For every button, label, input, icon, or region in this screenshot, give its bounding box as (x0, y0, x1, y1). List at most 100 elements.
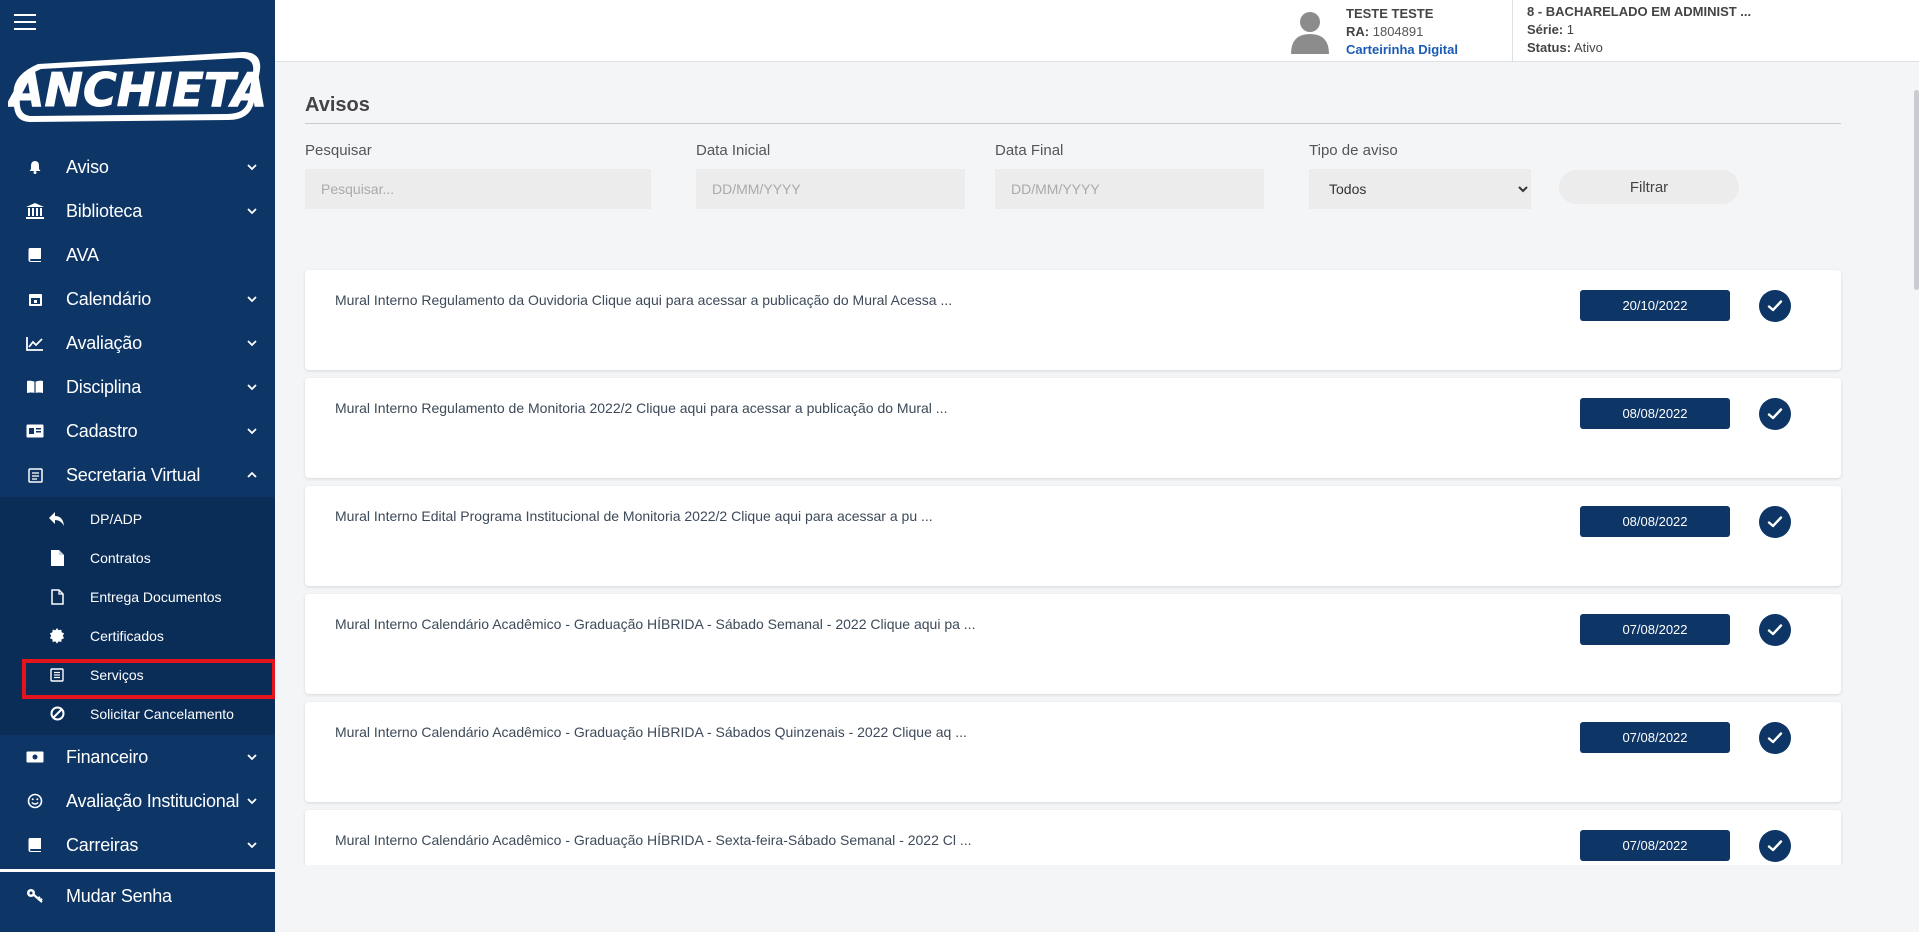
money-icon (24, 746, 46, 768)
main-content: Avisos Pesquisar Data Inicial Data Final… (305, 62, 1841, 865)
submenu-item-dp-adp[interactable]: DP/ADP (0, 499, 275, 538)
start-date-label: Data Inicial (696, 142, 771, 159)
sidebar-item-aviso[interactable]: Aviso (0, 145, 275, 189)
notice-card[interactable]: Mural Interno Edital Programa Institucio… (305, 486, 1841, 586)
sidebar-item-financeiro[interactable]: Financeiro (0, 735, 275, 779)
notice-card[interactable]: Mural Interno Calendário Acadêmico - Gra… (305, 702, 1841, 802)
chevron-down-icon (247, 798, 257, 805)
notice-date: 20/10/2022 (1580, 290, 1730, 321)
submenu-item-label: Serviços (90, 666, 144, 683)
notice-title: Mural Interno Calendário Acadêmico - Gra… (335, 616, 976, 632)
notice-card[interactable]: Mural Interno Regulamento de Monitoria 2… (305, 378, 1841, 478)
notice-title: Mural Interno Edital Programa Institucio… (335, 508, 933, 524)
sidebar-item-label: Avaliação (66, 332, 142, 353)
sidebar-item-avaliacao[interactable]: Avaliação (0, 321, 275, 365)
search-label: Pesquisar (305, 142, 372, 159)
sidebar-item-avaliacao-institucional[interactable]: Avaliação Institucional (0, 779, 275, 823)
check-circle-icon[interactable] (1759, 830, 1791, 862)
check-circle-icon[interactable] (1759, 290, 1791, 322)
submenu-item-label: Contratos (90, 549, 151, 566)
end-date-input[interactable] (995, 169, 1264, 209)
start-date-input[interactable] (696, 169, 965, 209)
check-circle-icon[interactable] (1759, 614, 1791, 646)
sidebar-item-label: Carreiras (66, 834, 139, 855)
file-outline-icon (48, 588, 66, 606)
sidebar-item-secretaria-virtual[interactable]: Secretaria Virtual (0, 453, 275, 497)
notice-title: Mural Interno Regulamento da Ouvidoria C… (335, 292, 953, 308)
chart-line-icon (24, 332, 46, 354)
chevron-down-icon (247, 164, 257, 171)
reply-icon (48, 510, 66, 528)
end-date-field: Data Final (995, 142, 1264, 209)
certificate-icon (48, 627, 66, 645)
chevron-down-icon (247, 754, 257, 761)
newspaper-icon (24, 464, 46, 486)
content-viewport: Avisos Pesquisar Data Inicial Data Final… (275, 0, 1919, 865)
submenu-item-entrega-documentos[interactable]: Entrega Documentos (0, 577, 275, 616)
notices-list: Mural Interno Regulamento da Ouvidoria C… (305, 270, 1841, 865)
submenu-item-contratos[interactable]: Contratos (0, 538, 275, 577)
sidebar-item-biblioteca[interactable]: Biblioteca (0, 189, 275, 233)
notice-date: 07/08/2022 (1580, 614, 1730, 645)
filters-bar: Pesquisar Data Inicial Data Final Tipo d… (305, 142, 1841, 252)
end-date-label: Data Final (995, 142, 1064, 159)
notice-title: Mural Interno Calendário Acadêmico - Gra… (335, 832, 972, 848)
sidebar-item-calendario[interactable]: Calendário (0, 277, 275, 321)
submenu-item-label: DP/ADP (90, 510, 143, 527)
open-book-icon (24, 376, 46, 398)
page-scrollbar[interactable] (1914, 90, 1919, 290)
chevron-down-icon (247, 842, 257, 849)
sidebar-item-label: AVA (66, 244, 99, 265)
sidebar-item-disciplina[interactable]: Disciplina (0, 365, 275, 409)
notice-type-select[interactable]: Todos (1309, 169, 1531, 209)
bell-icon (24, 156, 46, 178)
chevron-down-icon (247, 340, 257, 347)
notice-card[interactable]: Mural Interno Calendário Acadêmico - Gra… (305, 594, 1841, 694)
sidebar-item-label: Cadastro (66, 420, 138, 441)
submenu-item-label: Certificados (90, 627, 164, 644)
sidebar-item-label: Aviso (66, 156, 109, 177)
check-circle-icon[interactable] (1759, 398, 1791, 430)
smile-icon (24, 790, 46, 812)
search-field: Pesquisar (305, 142, 651, 209)
notice-date: 08/08/2022 (1580, 398, 1730, 429)
submenu-item-label: Solicitar Cancelamento (90, 705, 234, 722)
sidebar: ANCHIETA Aviso Biblioteca AVA Calendário… (0, 0, 275, 932)
bank-icon (24, 200, 46, 222)
sidebar-item-label: Disciplina (66, 376, 142, 397)
sidebar-item-label: Avaliação Institucional (66, 790, 240, 811)
search-input[interactable] (305, 169, 651, 209)
sidebar-divider (0, 869, 275, 872)
notice-type-label: Tipo de aviso (1309, 142, 1398, 159)
submenu-item-certificados[interactable]: Certificados (0, 616, 275, 655)
key-icon (24, 885, 46, 907)
notice-date: 08/08/2022 (1580, 506, 1730, 537)
sidebar-item-ava[interactable]: AVA (0, 233, 275, 277)
sidebar-menu: Aviso Biblioteca AVA Calendário Avaliaçã… (0, 145, 275, 932)
filter-button[interactable]: Filtrar (1559, 170, 1739, 204)
sidebar-item-label: Secretaria Virtual (66, 464, 201, 485)
submenu-item-servicos[interactable]: Serviços (0, 655, 275, 699)
notice-card[interactable]: Mural Interno Calendário Acadêmico - Gra… (305, 810, 1841, 865)
file-icon (48, 549, 66, 567)
sidebar-item-cadastro[interactable]: Cadastro (0, 409, 275, 453)
sidebar-item-mudar-senha[interactable]: Mudar Senha (0, 874, 275, 918)
hamburger-menu-icon[interactable] (14, 14, 36, 30)
notice-date: 07/08/2022 (1580, 830, 1730, 861)
book-icon (24, 244, 46, 266)
sidebar-item-label: Financeiro (66, 746, 149, 767)
start-date-field: Data Inicial (696, 142, 965, 209)
id-card-icon (24, 420, 46, 442)
ban-icon (48, 705, 66, 723)
sidebar-item-idioma[interactable]: Idioma (0, 918, 275, 932)
sidebar-item-carreiras[interactable]: Carreiras (0, 823, 275, 867)
notice-card[interactable]: Mural Interno Regulamento da Ouvidoria C… (305, 270, 1841, 370)
notice-title: Mural Interno Calendário Acadêmico - Gra… (335, 724, 967, 740)
check-circle-icon[interactable] (1759, 722, 1791, 754)
check-circle-icon[interactable] (1759, 506, 1791, 538)
calendar-icon (24, 288, 46, 310)
secretaria-submenu: DP/ADP Contratos Entrega Documentos Cert… (0, 497, 275, 735)
submenu-item-solicitar-cancelamento[interactable]: Solicitar Cancelamento (0, 694, 275, 733)
chevron-down-icon (247, 384, 257, 391)
chevron-down-icon (247, 208, 257, 215)
